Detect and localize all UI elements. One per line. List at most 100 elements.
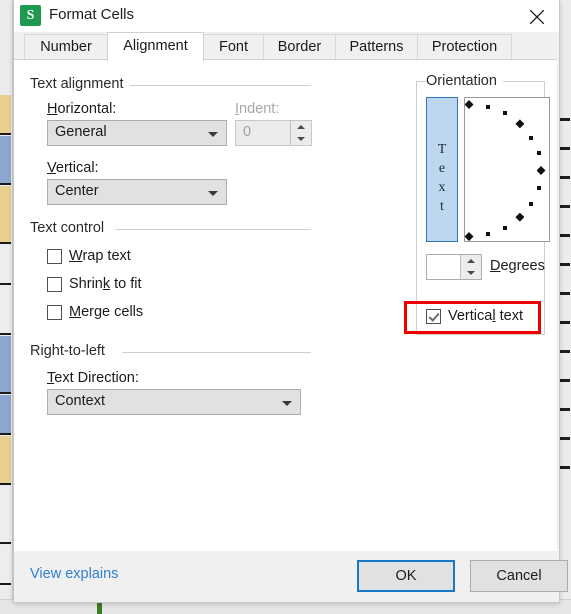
- indent-label-rest: ndent:: [239, 101, 280, 117]
- background-row-marker: [559, 408, 570, 411]
- text-direction-value: Context: [55, 393, 105, 409]
- tab-alignment[interactable]: Alignment: [107, 32, 204, 61]
- tab-border[interactable]: Border: [263, 34, 336, 60]
- background-cell: [0, 286, 11, 333]
- orientation-angle-dot[interactable]: [515, 119, 525, 129]
- vertical-alignment-value: Center: [55, 183, 99, 199]
- orientation-angle-dot[interactable]: [503, 225, 507, 230]
- wrap-text-label-rest: rap text: [82, 248, 131, 264]
- tab-patterns[interactable]: Patterns: [335, 34, 418, 60]
- background-cell: [0, 486, 11, 542]
- background-row-divider: [0, 333, 11, 335]
- wrap-text-label: Wrap text: [69, 248, 131, 264]
- background-row-divider: [0, 283, 11, 285]
- spreadsheet-icon: S: [20, 5, 41, 26]
- indent-decrease-icon[interactable]: [291, 133, 311, 145]
- chevron-down-icon: [208, 132, 218, 137]
- orientation-angle-dot[interactable]: [536, 185, 541, 190]
- indent-stepper[interactable]: 0: [235, 120, 312, 146]
- chevron-down-icon: [282, 401, 292, 406]
- text-direction-label-rest: ext Direction:: [54, 370, 139, 386]
- background-row-marker: [559, 147, 570, 150]
- orientation-angle-dot[interactable]: [464, 100, 474, 109]
- background-row-divider: [0, 583, 11, 585]
- tab-font[interactable]: Font: [203, 34, 264, 60]
- background-row-marker: [559, 321, 570, 324]
- background-row-divider: [0, 183, 11, 185]
- dialog-titlebar: S Format Cells: [14, 0, 559, 33]
- background-cell: [0, 95, 11, 133]
- orientation-text-sample[interactable]: T e x t: [426, 97, 458, 242]
- dialog-footer: View explains OK Cancel: [14, 551, 568, 601]
- orientation-text-letter-2: x: [438, 180, 446, 195]
- group-label-text-control: Text control: [30, 220, 111, 236]
- orientation-angle-dial[interactable]: [464, 97, 550, 242]
- vertical-label-rest: ertical:: [55, 160, 99, 176]
- shrink-to-fit-checkbox-box: [47, 277, 62, 292]
- background-row-marker: [559, 118, 570, 121]
- degrees-label-rest: egrees: [500, 258, 545, 274]
- degrees-increase-icon[interactable]: [461, 255, 481, 267]
- degrees-label: Degrees: [490, 258, 545, 274]
- orientation-angle-dot[interactable]: [529, 201, 534, 206]
- background-row-marker: [559, 466, 570, 469]
- orientation-text-letter-0: T: [437, 142, 447, 157]
- orientation-angle-dot[interactable]: [536, 151, 541, 156]
- group-label-right-to-left: Right-to-left: [30, 343, 111, 359]
- screen: S Format Cells Number Alignment Font Border…: [0, 0, 571, 614]
- shrink-to-fit-label: Shrink to fit: [69, 276, 142, 292]
- vertical-text-label-a: Vertica: [448, 308, 493, 324]
- background-row-divider: [0, 483, 11, 485]
- orientation-angle-dot[interactable]: [503, 111, 507, 116]
- orientation-text-letter-1: e: [438, 161, 446, 176]
- shrink-to-fit-label-a: Shrin: [69, 276, 103, 292]
- background-cell: [0, 436, 11, 483]
- text-direction-combobox[interactable]: Context: [47, 389, 301, 415]
- background-left-column: [0, 0, 13, 614]
- horizontal-label-rest: orizontal:: [57, 101, 117, 117]
- merge-cells-checkbox-box: [47, 305, 62, 320]
- group-rule-right-to-left: [122, 352, 311, 353]
- wrap-text-checkbox-box: [47, 249, 62, 264]
- merge-cells-label-rest: erge cells: [81, 304, 144, 320]
- text-direction-label: Text Direction:: [47, 370, 139, 386]
- indent-label: Indent:: [235, 101, 280, 117]
- shrink-to-fit-label-b: to fit: [110, 276, 142, 292]
- group-rule-text-control: [115, 229, 311, 230]
- orientation-angle-dot[interactable]: [464, 232, 474, 241]
- group-rule-text-alignment: [124, 85, 311, 86]
- orientation-text-letter-3: t: [440, 199, 444, 214]
- horizontal-label: Horizontal:: [47, 101, 117, 117]
- indent-stepper-buttons[interactable]: [290, 121, 311, 145]
- view-explains-link[interactable]: View explains: [30, 566, 118, 582]
- tab-protection[interactable]: Protection: [417, 34, 512, 60]
- ok-button[interactable]: OK: [357, 560, 455, 592]
- cancel-button[interactable]: Cancel: [470, 560, 568, 592]
- merge-cells-label: Merge cells: [69, 304, 144, 320]
- orientation-angle-dot[interactable]: [536, 166, 546, 175]
- background-row-divider: [0, 433, 11, 435]
- chevron-down-icon: [208, 191, 218, 196]
- orientation-angle-dot[interactable]: [515, 212, 525, 222]
- vertical-text-label: Vertical text: [448, 308, 523, 324]
- degrees-stepper[interactable]: [426, 254, 482, 280]
- degrees-stepper-buttons[interactable]: [460, 255, 481, 279]
- vertical-alignment-combobox[interactable]: Center: [47, 179, 227, 205]
- vertical-text-checkbox-box: [426, 309, 441, 324]
- tab-number[interactable]: Number: [24, 34, 108, 60]
- orientation-angle-dot[interactable]: [529, 135, 534, 140]
- background-row-marker: [559, 379, 570, 382]
- horizontal-alignment-value: General: [55, 124, 107, 140]
- indent-increase-icon[interactable]: [291, 121, 311, 133]
- background-row-marker: [559, 176, 570, 179]
- orientation-angle-dot[interactable]: [485, 232, 490, 237]
- dialog-title: Format Cells: [49, 6, 135, 23]
- background-row-divider: [0, 133, 11, 135]
- background-row-divider: [0, 392, 11, 394]
- background-row-marker: [559, 437, 570, 440]
- orientation-angle-dot[interactable]: [485, 104, 490, 109]
- close-icon[interactable]: [515, 0, 559, 31]
- degrees-decrease-icon[interactable]: [461, 267, 481, 279]
- horizontal-alignment-combobox[interactable]: General: [47, 120, 227, 146]
- background-row-marker: [559, 205, 570, 208]
